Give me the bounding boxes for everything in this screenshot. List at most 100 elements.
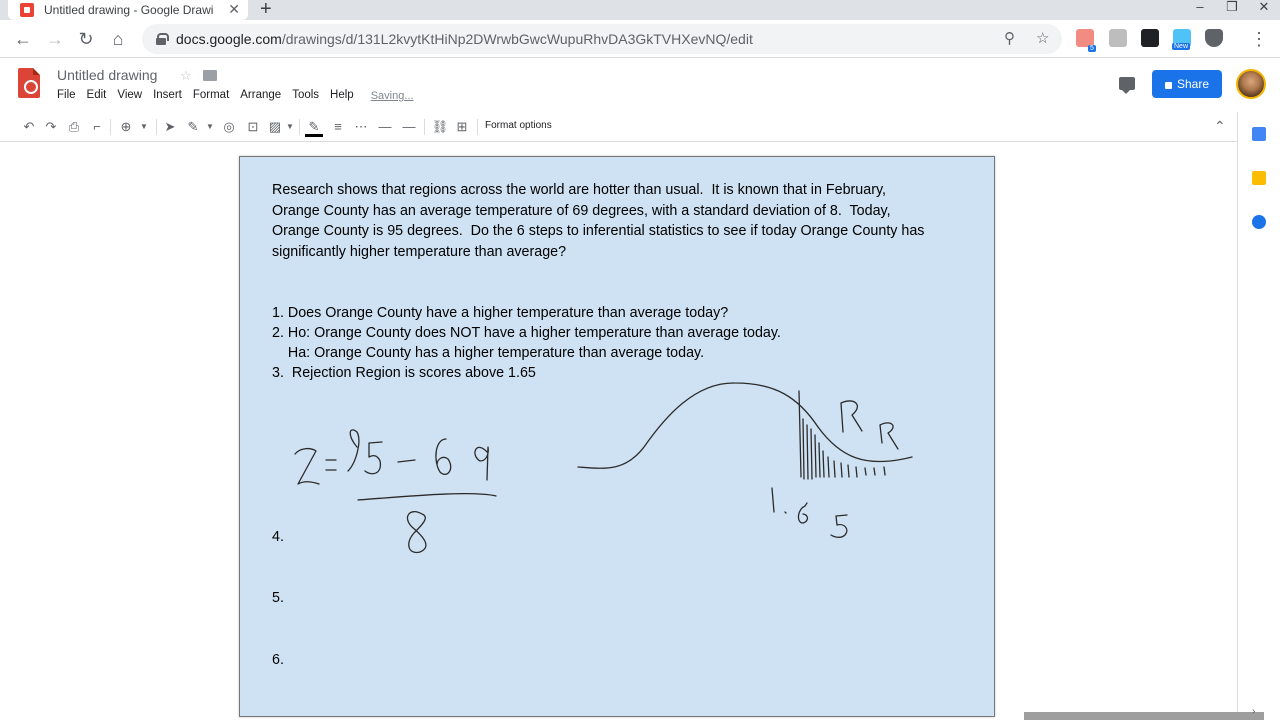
extension-new-badge: New (1172, 43, 1191, 50)
keep-icon[interactable] (1252, 171, 1266, 185)
line-end-icon[interactable]: — (400, 119, 418, 135)
comment-icon[interactable] (1119, 77, 1135, 94)
zoom-search-icon[interactable]: ⚲ (1004, 29, 1015, 47)
select-cursor-icon[interactable]: ➤ (161, 119, 179, 135)
tab-title: Untitled drawing - Google Drawi (44, 3, 214, 17)
browser-tab-strip: Untitled drawing - Google Drawi ✕ + – ❐ … (0, 0, 1280, 20)
add-comment-icon[interactable]: ⊞ (453, 119, 471, 135)
ink-five-small (830, 514, 848, 538)
calendar-icon[interactable] (1252, 127, 1266, 141)
restore-icon[interactable]: ❐ (1216, 0, 1248, 20)
ink-one (771, 487, 775, 513)
link-icon[interactable]: ⛓ (431, 119, 449, 135)
format-options-button[interactable]: Format options (485, 120, 552, 131)
toolbar-divider (156, 119, 157, 135)
menu-tools[interactable]: Tools (292, 89, 319, 102)
shield-icon[interactable] (1205, 29, 1223, 47)
ink-nine-1 (347, 429, 360, 472)
text-box-icon[interactable]: ⊡ (244, 119, 262, 135)
line-color-icon[interactable]: ✎ (305, 119, 323, 137)
menu-help[interactable]: Help (330, 89, 354, 102)
folder-icon[interactable] (203, 70, 217, 81)
horizontal-scrollbar[interactable] (1024, 712, 1264, 720)
document-title[interactable]: Untitled drawing (57, 67, 157, 83)
ink-eight (406, 511, 427, 554)
ink-curve (577, 382, 913, 469)
side-panel (1237, 112, 1280, 720)
share-button[interactable]: Share (1152, 70, 1222, 98)
drawing-canvas[interactable]: Research shows that regions across the w… (239, 156, 995, 717)
ink-decimal (784, 511, 787, 514)
google-drawings-logo-icon[interactable] (18, 68, 40, 98)
ink-fraction-bar (357, 493, 497, 501)
back-icon[interactable]: ← (12, 28, 34, 50)
shape-tool-icon[interactable]: ◎ (220, 119, 238, 135)
extension-icon-3[interactable] (1141, 29, 1159, 47)
minimize-icon[interactable]: – (1184, 0, 1216, 20)
line-tool-icon[interactable]: ✎ (184, 119, 202, 135)
handwriting-layer (294, 382, 913, 554)
extension-badge: 5 (1088, 45, 1096, 52)
url-path: /drawings/d/131L2kvytKtHiNp2DWrwbGwcWupu… (281, 31, 753, 47)
tab-close-icon[interactable]: ✕ (228, 1, 240, 18)
reload-icon[interactable]: ↻ (75, 28, 97, 50)
new-tab-icon[interactable]: + (260, 0, 272, 21)
browser-toolbar: ← → ↻ ⌂ docs.google.com/drawings/d/131L2… (0, 20, 1280, 58)
scroll-right-icon[interactable]: › (1252, 706, 1255, 717)
menu-format[interactable]: Format (193, 89, 229, 102)
extension-icon-2[interactable] (1109, 29, 1127, 47)
menu-edit[interactable]: Edit (87, 89, 107, 102)
ink-five (364, 441, 383, 475)
image-dropdown-icon[interactable]: ▼ (281, 119, 299, 135)
collapse-toolbar-icon[interactable]: ⌃ (1214, 118, 1226, 135)
toolbar-divider (424, 119, 425, 135)
menu-bar: File Edit View Insert Format Arrange Too… (57, 89, 414, 102)
avatar[interactable] (1236, 69, 1266, 99)
line-weight-icon[interactable]: ≡ (329, 119, 347, 135)
close-window-icon[interactable]: ✕ (1248, 0, 1280, 20)
line-dash-icon[interactable]: ⋯ (352, 119, 370, 135)
share-lock-icon (1164, 81, 1172, 89)
ink-six (435, 438, 452, 475)
star-icon[interactable]: ☆ (180, 68, 192, 84)
tasks-icon[interactable] (1252, 215, 1266, 229)
paint-format-icon[interactable]: ⌐ (88, 119, 106, 135)
ink-r-2 (879, 422, 899, 450)
undo-icon[interactable]: ↶ (20, 119, 38, 135)
url-text: docs.google.com/drawings/d/131L2kvytKtHi… (176, 31, 753, 47)
ink-minus (397, 459, 416, 463)
lock-icon (156, 33, 169, 45)
menu-insert[interactable]: Insert (153, 89, 182, 102)
zoom-icon[interactable]: ⊕ (117, 119, 135, 135)
ink-z (294, 447, 320, 485)
window-controls: – ❐ ✕ (1184, 0, 1280, 20)
forward-icon[interactable]: → (44, 28, 66, 50)
line-dropdown-icon[interactable]: ▼ (201, 119, 219, 135)
share-label: Share (1176, 77, 1210, 91)
ink-critical-line (798, 390, 802, 478)
home-icon[interactable]: ⌂ (107, 28, 129, 50)
menu-file[interactable]: File (57, 89, 76, 102)
ink-shading (802, 418, 886, 480)
redo-icon[interactable]: ↷ (42, 119, 60, 135)
ink-equals (325, 459, 337, 471)
print-icon[interactable]: ⎙ (65, 119, 83, 135)
line-start-icon[interactable]: — (376, 119, 394, 135)
handwritten-formula (294, 429, 497, 554)
ink-r-1 (840, 400, 863, 433)
ink-nine-2 (474, 446, 489, 481)
menu-arrange[interactable]: Arrange (240, 89, 281, 102)
save-status[interactable]: Saving... (371, 90, 414, 102)
ink-six-small (797, 502, 809, 524)
browser-menu-icon[interactable]: ⋮ (1248, 28, 1270, 50)
toolbar-divider (110, 119, 111, 135)
menu-view[interactable]: View (117, 89, 142, 102)
browser-tab-active[interactable]: Untitled drawing - Google Drawi ✕ (8, 0, 248, 20)
zoom-dropdown-icon[interactable]: ▼ (135, 119, 153, 135)
bookmark-star-icon[interactable]: ☆ (1036, 29, 1049, 47)
address-bar[interactable]: docs.google.com/drawings/d/131L2kvytKtHi… (142, 24, 1062, 54)
toolbar-divider (477, 119, 478, 135)
drawing-toolbar: ↶ ↷ ⎙ ⌐ ⊕ ▼ ➤ ✎ ▼ ◎ ⊡ ▨ ▼ ✎ ≡ ⋯ — — ⛓ ⊞ … (0, 112, 1237, 142)
url-host: docs.google.com (176, 31, 282, 47)
app-header: Untitled drawing ☆ File Edit View Insert… (0, 59, 1280, 111)
